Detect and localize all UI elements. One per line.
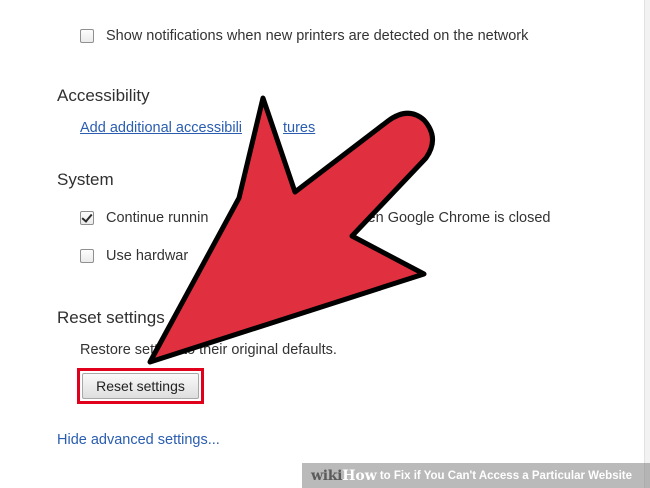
background-apps-checkbox[interactable] xyxy=(80,211,94,225)
red-arrow-icon xyxy=(147,95,435,365)
reset-settings-button[interactable]: Reset settings xyxy=(82,373,199,399)
hide-advanced-settings-link[interactable]: Hide advanced settings... xyxy=(57,432,220,448)
printer-notification-checkbox[interactable] xyxy=(80,29,94,43)
settings-page: Show notifications when new printers are… xyxy=(0,0,650,488)
printer-notification-label: Show notifications when new printers are… xyxy=(106,28,529,44)
watermark-caption: to Fix if You Can't Access a Particular … xyxy=(379,469,633,482)
scrollbar-edge xyxy=(644,0,650,488)
watermark-wiki: wiki xyxy=(311,467,343,484)
background-apps-label-start: Continue runnin xyxy=(106,210,209,226)
hardware-acceleration-checkbox[interactable] xyxy=(80,249,94,263)
watermark-how: How xyxy=(342,467,377,484)
wikihow-watermark: wiki How to Fix if You Can't Access a Pa… xyxy=(302,463,650,488)
background-apps-label-end: when Google Chrome is closed xyxy=(349,210,551,226)
reset-description-start: Restore sett xyxy=(80,342,159,358)
reset-settings-heading: Reset settings xyxy=(57,308,165,327)
printer-notification-option[interactable]: Show notifications when new printers are… xyxy=(80,28,528,44)
hardware-acceleration-label: Use hardwar xyxy=(106,248,189,264)
system-heading: System xyxy=(57,170,114,189)
background-apps-option[interactable]: Continue runnin xyxy=(80,210,208,226)
add-accessibility-features-link-end[interactable]: tures xyxy=(283,120,315,136)
hardware-acceleration-option[interactable]: Use hardwar xyxy=(80,248,188,264)
accessibility-heading: Accessibility xyxy=(57,86,150,105)
add-accessibility-features-link[interactable]: Add additional accessibili xyxy=(80,120,242,136)
reset-description-end: to their original defaults. xyxy=(183,342,337,358)
